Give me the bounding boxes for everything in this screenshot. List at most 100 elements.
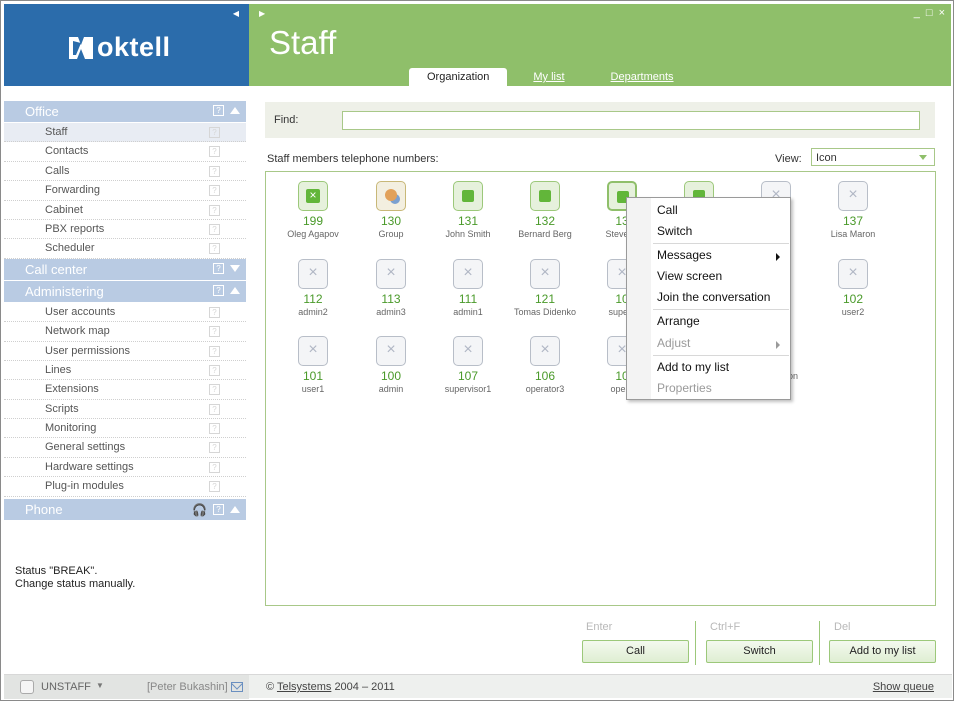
section-call-center[interactable]: Call center ? xyxy=(4,258,246,280)
menu-item-view-screen[interactable]: View screen xyxy=(657,269,722,283)
help-icon[interactable]: ? xyxy=(213,105,224,116)
sidebar-item-calls[interactable]: Calls? xyxy=(4,162,246,182)
sidebar-item-plugin-modules[interactable]: Plug-in modules? xyxy=(4,477,246,497)
company-link[interactable]: Telsystems xyxy=(277,681,331,693)
show-queue-link[interactable]: Show queue xyxy=(873,681,934,693)
collapse-icon[interactable] xyxy=(230,286,240,294)
status-label[interactable]: UNSTAFF xyxy=(41,681,91,693)
staff-member[interactable]: 111admin1 xyxy=(430,259,506,317)
phone-status-icon xyxy=(298,336,328,366)
expand-icon[interactable]: ▶ xyxy=(259,9,265,18)
help-icon[interactable]: ? xyxy=(209,185,220,197)
help-icon[interactable]: ? xyxy=(209,423,220,435)
sidebar-item-monitoring[interactable]: Monitoring? xyxy=(4,419,246,439)
help-icon[interactable]: ? xyxy=(213,504,224,516)
sidebar-item-cabinet[interactable]: Cabinet? xyxy=(4,201,246,220)
sidebar-item-lines[interactable]: Lines? xyxy=(4,361,246,381)
sidebar-item-hardware-settings[interactable]: Hardware settings? xyxy=(4,458,246,478)
sidebar-item-network-map[interactable]: Network map? xyxy=(4,322,246,342)
help-icon[interactable]: ? xyxy=(209,243,220,255)
view-select[interactable]: Icon xyxy=(811,148,935,166)
user-name: [Peter Bukashin] xyxy=(147,681,228,693)
switch-button[interactable]: Switch xyxy=(706,640,813,663)
staff-member[interactable]: 106operator3 xyxy=(507,336,583,394)
staff-member[interactable]: 199Oleg Agapov xyxy=(275,181,351,239)
help-icon[interactable]: ? xyxy=(213,284,224,296)
help-icon[interactable]: ? xyxy=(209,326,220,338)
menu-item-join-the-conversation[interactable]: Join the conversation xyxy=(657,290,770,304)
collapse-icon[interactable] xyxy=(230,107,240,114)
tab-organization[interactable]: Organization xyxy=(409,68,508,86)
window-controls: _ □ × xyxy=(914,7,945,19)
maximize-button[interactable]: □ xyxy=(926,7,933,19)
menu-item-call[interactable]: Call xyxy=(657,203,678,217)
help-icon[interactable]: ? xyxy=(209,223,220,235)
staff-member[interactable]: 101user1 xyxy=(275,336,351,394)
sidebar-item-contacts[interactable]: Contacts? xyxy=(4,142,246,162)
help-icon[interactable]: ? xyxy=(209,127,220,138)
menu-item-add-to-my-list[interactable]: Add to my list xyxy=(657,360,729,374)
sidebar-item-scheduler[interactable]: Scheduler? xyxy=(4,239,246,259)
sidebar-item-scripts[interactable]: Scripts? xyxy=(4,400,246,420)
staff-member[interactable]: 132 Bernard Berg xyxy=(507,181,583,239)
help-icon[interactable]: ? xyxy=(209,403,220,415)
sidebar-item-staff[interactable]: Staff? xyxy=(4,123,246,143)
sidebar-item-extensions[interactable]: Extensions? xyxy=(4,380,246,400)
help-icon[interactable]: ? xyxy=(209,204,220,216)
status-message: Status "BREAK". Change status manually. xyxy=(15,565,136,590)
sidebar-item-general-settings[interactable]: General settings? xyxy=(4,438,246,458)
staff-member[interactable]: 131 John Smith xyxy=(430,181,506,239)
help-icon[interactable]: ? xyxy=(209,364,220,376)
staff-member[interactable]: 107supervisor1 xyxy=(430,336,506,394)
staff-member[interactable]: 112admin2 xyxy=(275,259,351,317)
divider xyxy=(819,621,820,665)
staff-number: 199 xyxy=(302,214,324,228)
sidebar-item-user-accounts[interactable]: User accounts? xyxy=(4,303,246,323)
help-icon[interactable]: ? xyxy=(213,262,224,274)
help-icon[interactable]: ? xyxy=(209,345,220,357)
menu-item-arrange[interactable]: Arrange xyxy=(657,314,700,328)
help-icon[interactable]: ? xyxy=(209,442,220,454)
menu-gutter xyxy=(627,198,651,399)
sidebar-item-forwarding[interactable]: Forwarding? xyxy=(4,181,246,201)
expand-icon[interactable] xyxy=(230,264,240,272)
phone-status-icon xyxy=(376,336,406,366)
section-office[interactable]: Office ? xyxy=(4,101,246,122)
help-icon[interactable]: ? xyxy=(209,481,220,493)
headset-icon[interactable]: 🎧 xyxy=(192,503,207,517)
staff-member[interactable]: 113admin3 xyxy=(353,259,429,317)
help-icon[interactable]: ? xyxy=(209,165,220,177)
close-button[interactable]: × xyxy=(939,7,945,19)
staff-member[interactable]: 102user2 xyxy=(815,259,891,317)
help-icon[interactable]: ? xyxy=(209,306,220,318)
status-checkbox[interactable] xyxy=(20,680,34,694)
section-administering[interactable]: Administering ? xyxy=(4,280,246,302)
call-button[interactable]: Call xyxy=(582,640,689,663)
help-icon[interactable]: ? xyxy=(209,384,220,396)
add-to-my-list-button[interactable]: Add to my list xyxy=(829,640,936,663)
staff-member[interactable]: 121Tomas Didenko xyxy=(507,259,583,317)
sidebar-item-user-permissions[interactable]: User permissions? xyxy=(4,342,246,361)
page-title: Staff xyxy=(269,24,337,61)
tab-my-list[interactable]: My list xyxy=(515,68,582,86)
collapse-sidebar-icon[interactable]: ◀ xyxy=(233,9,239,18)
section-label: Phone xyxy=(25,501,63,517)
chevron-down-icon[interactable]: ▼ xyxy=(96,681,104,690)
menu-item-switch[interactable]: Switch xyxy=(657,224,692,238)
minimize-button[interactable]: _ xyxy=(914,7,920,19)
help-icon[interactable]: ? xyxy=(209,146,220,158)
staff-member[interactable]: 137Lisa Maron xyxy=(815,181,891,239)
mail-icon[interactable] xyxy=(231,682,243,692)
tab-departments[interactable]: Departments xyxy=(593,68,692,86)
collapse-icon[interactable] xyxy=(230,506,240,514)
find-input[interactable] xyxy=(342,111,920,130)
staff-name: admin3 xyxy=(376,307,406,317)
app-window: ◀ oktell ▶ _ □ × Staff Organization My l… xyxy=(0,0,954,701)
help-icon[interactable]: ? xyxy=(209,461,220,473)
staff-member[interactable]: 130 Group xyxy=(353,181,429,239)
section-phone[interactable]: Phone 🎧? xyxy=(4,498,246,520)
sidebar-item-pbx-reports[interactable]: PBX reports? xyxy=(4,220,246,240)
menu-item-messages[interactable]: Messages xyxy=(657,248,712,262)
staff-number: 100 xyxy=(380,369,402,383)
staff-member[interactable]: 100admin xyxy=(353,336,429,394)
